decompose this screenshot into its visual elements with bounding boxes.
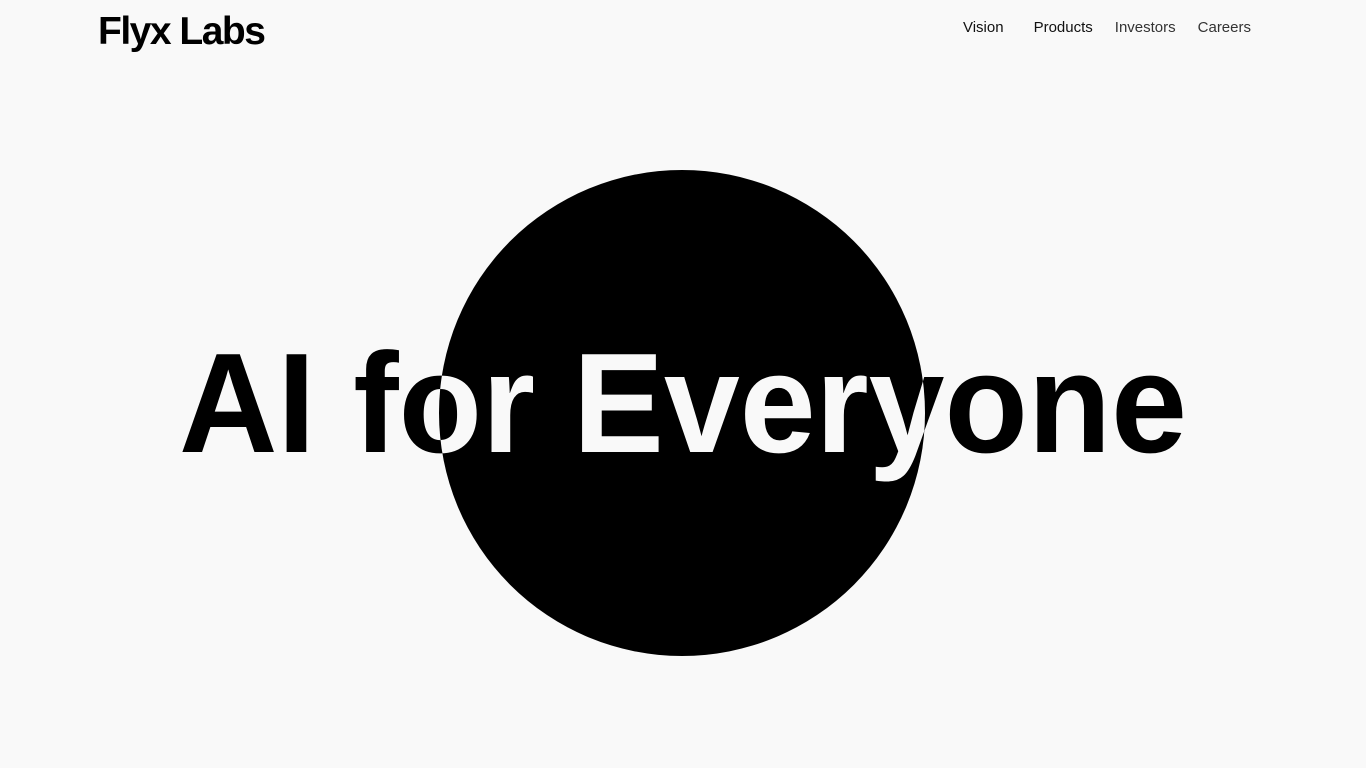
brand-logo[interactable]: Flyx Labs xyxy=(98,8,266,56)
nav-products-link[interactable]: Products xyxy=(1034,19,1093,37)
nav-vision-link[interactable]: Vision xyxy=(963,19,1004,37)
nav-careers-link[interactable]: Careers xyxy=(1198,19,1251,37)
main-nav: Vision Products Investors Careers xyxy=(963,19,1251,37)
page: AI for Everyone AI for Everyone Flyx Lab… xyxy=(0,0,1366,768)
nav-investors-link[interactable]: Investors xyxy=(1115,19,1176,37)
hero: AI for Everyone AI for Everyone xyxy=(0,0,1366,768)
hero-graphic: AI for Everyone AI for Everyone xyxy=(179,170,1187,656)
